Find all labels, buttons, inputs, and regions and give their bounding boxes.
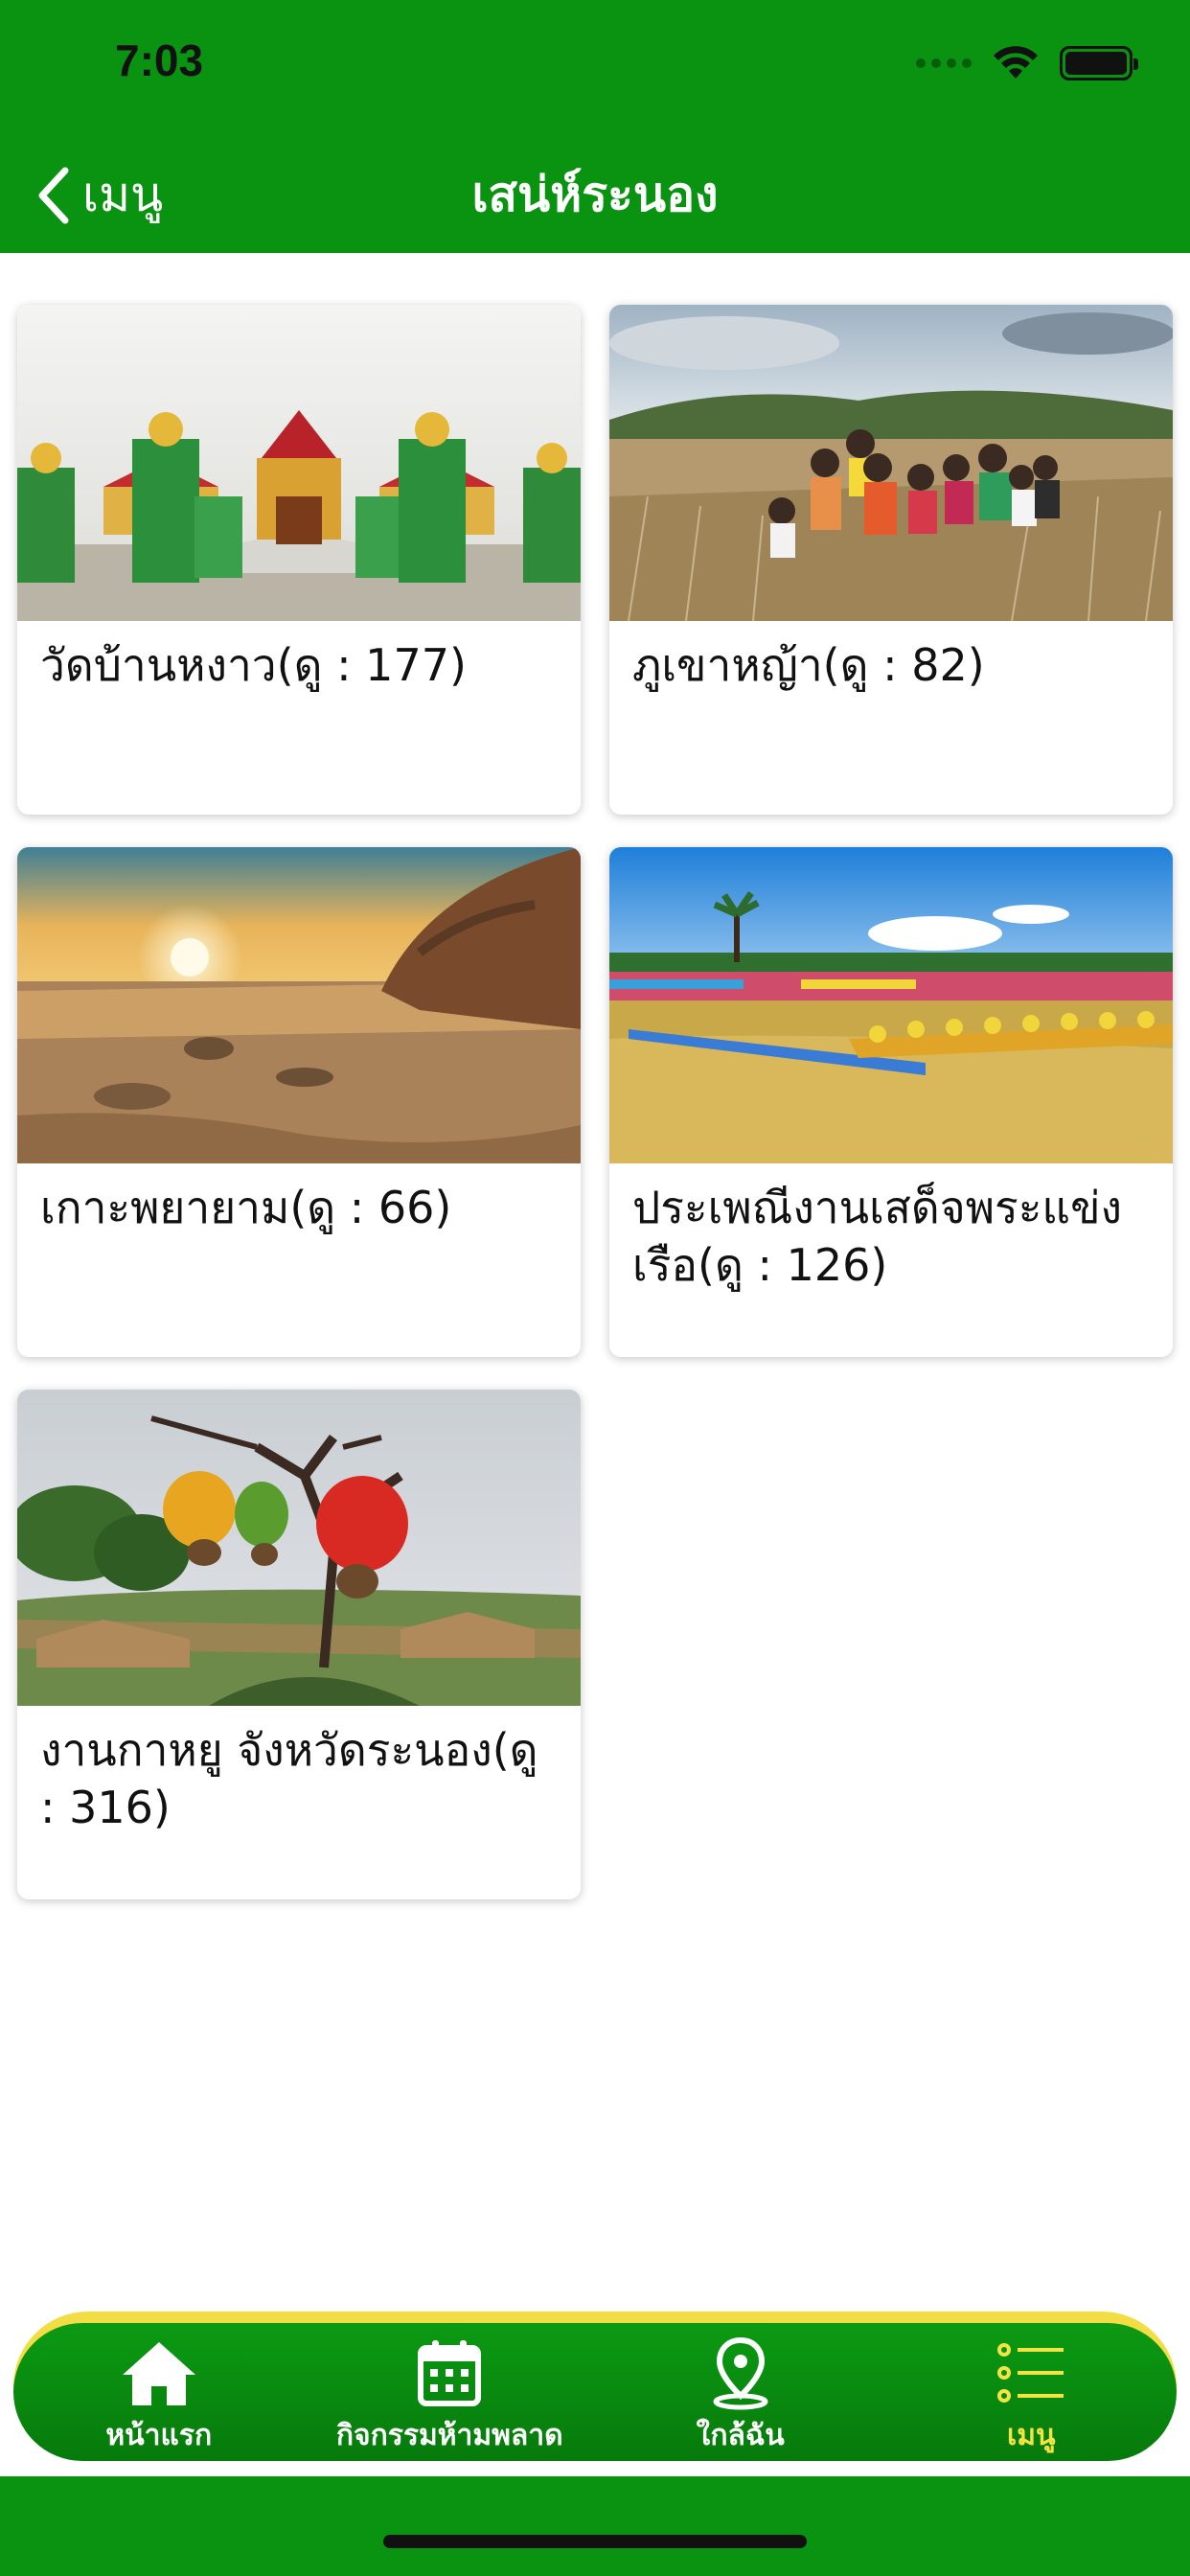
home-icon (122, 2342, 195, 2405)
wifi-icon (994, 46, 1038, 79)
tab-label: หน้าแรก (105, 2419, 213, 2452)
menu-list-icon (997, 2343, 1064, 2403)
bottom-tab-bar: หน้าแรก กิจกรรมห้ามพลาด ใกล้ฉัน เมนู (13, 2323, 1177, 2461)
attraction-card[interactable]: งานกาหยู จังหวัดระนอง(ดู : 316) (17, 1390, 581, 1899)
page-title: เสน่ห์ระนอง (471, 167, 719, 222)
tab-nearby[interactable]: ใกล้ฉัน (595, 2323, 886, 2461)
calendar-icon (418, 2340, 482, 2406)
card-title: ภูเขาหญ้า(ดู : 82) (632, 639, 985, 691)
attraction-card[interactable]: ภูเขาหญ้า(ดู : 82) (609, 305, 1173, 815)
cellular-signal-icon (916, 58, 972, 68)
status-time: 7:03 (115, 35, 204, 85)
card-title: วัดบ้านหงาว(ดู : 177) (40, 639, 467, 691)
card-title: เกาะพยายาม(ดู : 66) (40, 1182, 452, 1233)
tab-label: ใกล้ฉัน (696, 2419, 785, 2452)
top-bar: 7:03 เมนู เสน่ห์ระนอง (0, 0, 1190, 253)
card-title: ประเพณีงานเสด็จพระแข่งเรือ(ดู : 126) (632, 1182, 1122, 1291)
status-icons (916, 46, 1138, 80)
location-pin-icon (713, 2336, 768, 2410)
tab-menu[interactable]: เมนู (886, 2323, 1178, 2461)
tab-label: กิจกรรมห้ามพลาด (335, 2419, 563, 2452)
attraction-card[interactable]: ประเพณีงานเสด็จพระแข่งเรือ(ดู : 126) (609, 847, 1173, 1357)
home-indicator (383, 2535, 807, 2548)
battery-icon (1060, 46, 1138, 80)
tab-label: เมนู (1006, 2419, 1056, 2452)
attraction-card[interactable]: เกาะพยายาม(ดู : 66) (17, 847, 581, 1357)
sunset-beach-photo (17, 847, 581, 1163)
attraction-card[interactable]: วัดบ้านหงาว(ดู : 177) (17, 305, 581, 815)
boat-race-photo (609, 847, 1173, 1163)
tab-activities[interactable]: กิจกรรมห้ามพลาด (305, 2323, 596, 2461)
bottom-safe-area (0, 2476, 1190, 2576)
grass-hill-group-photo (609, 305, 1173, 621)
tab-home[interactable]: หน้าแรก (13, 2323, 305, 2461)
cashew-sculpture-photo (17, 1390, 581, 1706)
temple-naga-photo (17, 305, 581, 621)
card-title: งานกาหยู จังหวัดระนอง(ดู : 316) (40, 1724, 538, 1833)
